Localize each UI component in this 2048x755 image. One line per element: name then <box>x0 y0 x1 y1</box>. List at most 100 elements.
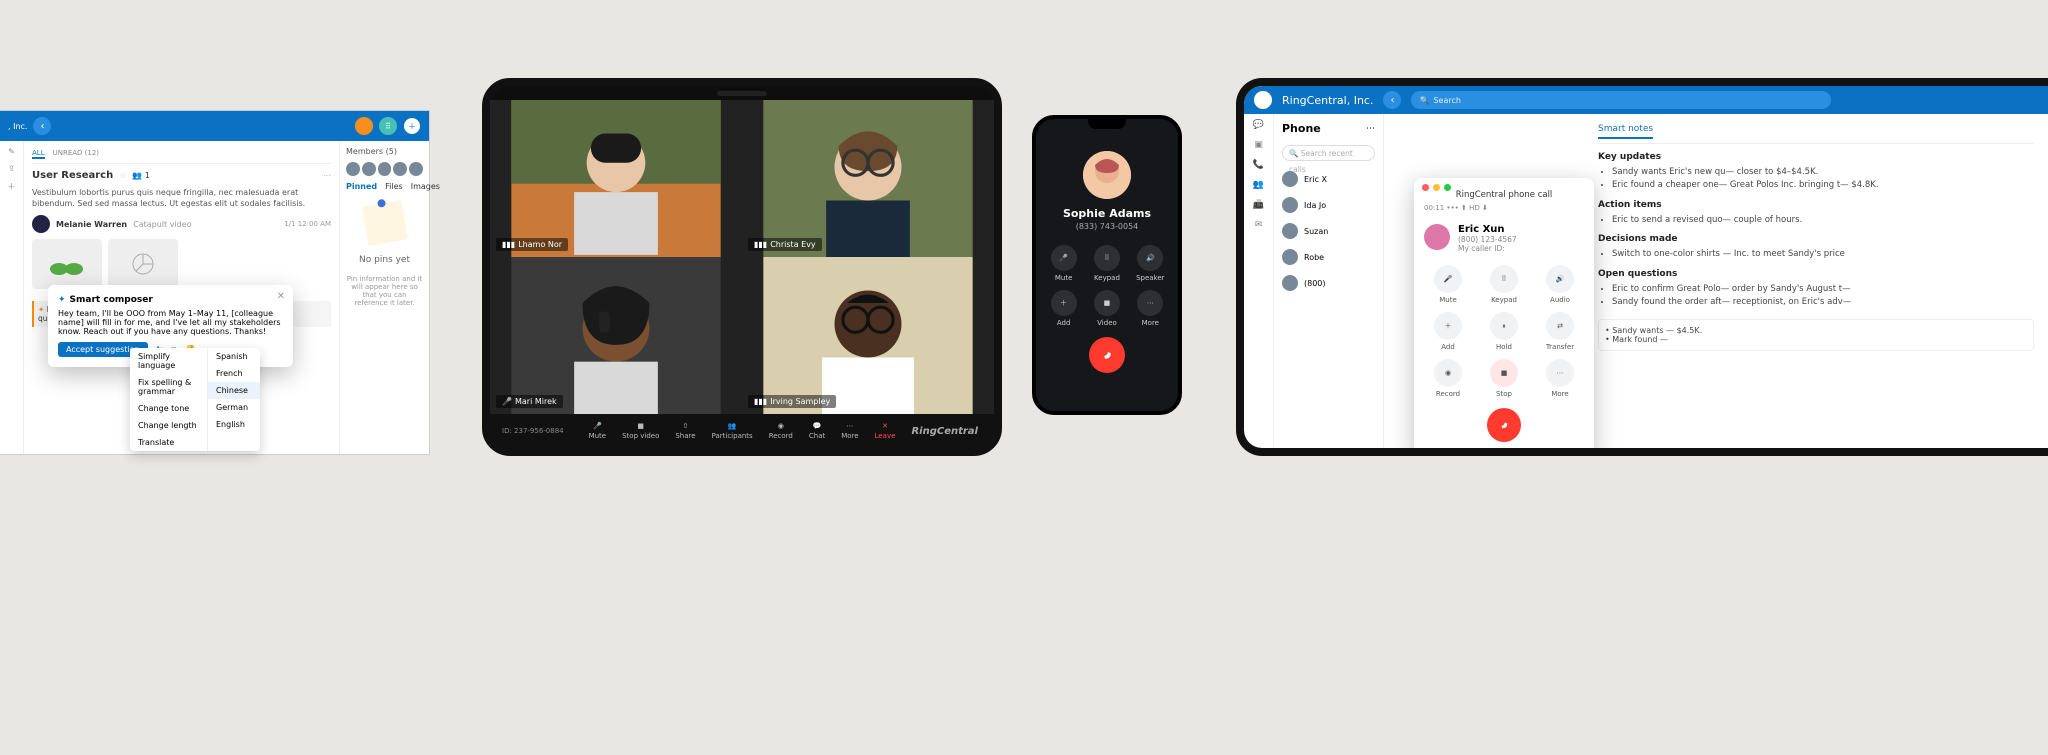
nav-contacts-icon[interactable]: 👥 <box>1253 180 1264 190</box>
hangup-button[interactable] <box>1487 408 1521 442</box>
add-button[interactable]: ＋Add <box>1424 312 1472 351</box>
new-button[interactable]: ＋ <box>403 117 421 135</box>
more-button[interactable]: ⋯More <box>841 422 858 440</box>
brand-label: RingCentral <box>911 426 978 437</box>
members-avatars[interactable] <box>346 162 423 176</box>
contact-row[interactable]: Robe <box>1282 249 1375 265</box>
menu-tone[interactable]: Change tone <box>130 400 207 417</box>
more-button[interactable]: ⋯More <box>1536 359 1584 398</box>
caller-number: (833) 743-0054 <box>1076 222 1139 231</box>
speaker-button[interactable]: 🔊Speaker <box>1133 245 1168 282</box>
hangup-button[interactable] <box>1089 337 1125 373</box>
back-button[interactable]: ‹ <box>1383 91 1401 109</box>
tab-unread[interactable]: UNREAD (12) <box>53 149 99 159</box>
sec-heading: Decisions made <box>1598 234 2034 244</box>
share-button[interactable]: ⇧Share <box>675 422 695 440</box>
share-icon[interactable]: ⇪ <box>8 164 15 173</box>
lang-french[interactable]: French <box>208 365 260 382</box>
mute-button[interactable]: 🎤Mute <box>589 422 607 440</box>
search-field[interactable]: 🔍 Search <box>1411 91 1831 109</box>
tab-images[interactable]: Images <box>411 182 440 191</box>
overflow-icon[interactable]: ⋯ <box>1366 124 1375 134</box>
nav-text-icon[interactable]: ✉ <box>1255 220 1263 230</box>
mic-icon: 🎤 <box>502 397 512 406</box>
tile-name: Mari Mirek <box>515 397 557 406</box>
compose-icon[interactable]: ✎ <box>8 147 15 156</box>
menu-length[interactable]: Change length <box>130 417 207 434</box>
video-grid: ▮▮▮Lhamo Nor ▮▮▮Christa Evy 🎤Mari Mirek … <box>490 100 994 414</box>
image-thumb[interactable] <box>108 239 178 289</box>
sec-heading: Key updates <box>1598 152 2034 162</box>
add-button[interactable]: ＋Add <box>1046 290 1081 327</box>
chat-button[interactable]: 💬Chat <box>809 422 825 440</box>
side-rail: ✎ ⇪ ＋ <box>0 141 24 454</box>
menu-fix[interactable]: Fix spelling & grammar <box>130 374 207 400</box>
sticky-note-icon <box>361 200 407 246</box>
keypad-button[interactable]: ⠿Keypad <box>1480 265 1528 304</box>
contact-row[interactable]: Ida Jo <box>1282 197 1375 213</box>
lang-german[interactable]: German <box>208 399 260 416</box>
sidebar-tabs: Pinned Files Images <box>346 182 423 191</box>
search-recent[interactable]: 🔍 Search recent calls <box>1282 145 1375 161</box>
stop-button[interactable]: ■Stop <box>1480 359 1528 398</box>
plus-icon[interactable]: ＋ <box>8 181 16 192</box>
nav-phone-icon[interactable]: 📞 <box>1253 160 1264 170</box>
record-button[interactable]: ◉Record <box>769 422 793 440</box>
overflow-icon[interactable]: ⋯ <box>323 171 331 180</box>
leave-button[interactable]: ✕Leave <box>875 422 896 440</box>
contact-row[interactable]: Suzan <box>1282 223 1375 239</box>
sparkle-icon: ✦ <box>58 295 66 305</box>
suggestion-text: Hey team, I'll be OOO from May 1–May 11,… <box>58 309 283 336</box>
callee-avatar <box>1424 224 1450 250</box>
record-button[interactable]: ◉Record <box>1424 359 1472 398</box>
signal-icon: ▮▮▮ <box>754 397 767 406</box>
dialpad-button[interactable]: ⠿ <box>379 117 397 135</box>
caller-id-label: My caller ID: <box>1458 244 1517 253</box>
lang-spanish[interactable]: Spanish <box>208 348 260 365</box>
channel-name: User Research <box>32 170 113 181</box>
composer-submenu: Simplify language Fix spelling & grammar… <box>130 348 260 451</box>
tab-all[interactable]: ALL <box>32 149 45 159</box>
participants-button[interactable]: 👥Participants <box>712 422 753 440</box>
nav-fax-icon[interactable]: 📠 <box>1253 200 1264 210</box>
audio-button[interactable]: 🔊Audio <box>1536 265 1584 304</box>
tile-name: Christa Evy <box>770 240 815 249</box>
close-icon[interactable]: ✕ <box>277 291 285 302</box>
keypad-button[interactable]: ⠿Keypad <box>1089 245 1124 282</box>
video-button[interactable]: ■Video <box>1089 290 1124 327</box>
video-tile[interactable]: ▮▮▮Lhamo Nor <box>490 100 742 257</box>
nav-message-icon[interactable]: 💬 <box>1253 120 1264 130</box>
menu-simplify[interactable]: Simplify language <box>130 348 207 374</box>
lang-english[interactable]: English <box>208 416 260 433</box>
tab-pinned[interactable]: Pinned <box>346 182 377 191</box>
star-icon[interactable]: ☆ <box>119 171 126 180</box>
empty-sub: Pin information and it will appear here … <box>346 275 423 307</box>
more-button[interactable]: ⋯More <box>1133 290 1168 327</box>
filter-tabs: ALL UNREAD (12) <box>32 149 331 164</box>
hold-button[interactable]: ⏸Hold <box>1480 312 1528 351</box>
video-button[interactable]: ■Stop video <box>622 422 659 440</box>
video-tile[interactable]: ▮▮▮Irving Sampley <box>742 257 994 414</box>
video-tile[interactable]: ▮▮▮Christa Evy <box>742 100 994 257</box>
tab-smart-notes[interactable]: Smart notes <box>1598 124 1653 139</box>
video-tile[interactable]: 🎤Mari Mirek <box>490 257 742 414</box>
mute-button[interactable]: 🎤Mute <box>1046 245 1081 282</box>
note-item: Eric found a cheaper one— Great Polos In… <box>1612 179 2034 192</box>
camera-notch <box>717 91 767 96</box>
transfer-button[interactable]: ⇄Transfer <box>1536 312 1584 351</box>
back-button[interactable]: ‹ <box>33 117 51 135</box>
menu-translate[interactable]: Translate <box>130 434 207 451</box>
avatar[interactable] <box>1254 91 1272 109</box>
contact-row[interactable]: (800) <box>1282 275 1375 291</box>
presence-icon[interactable] <box>355 117 373 135</box>
callee-number: (800) 123-4567 <box>1458 235 1517 244</box>
tab-files[interactable]: Files <box>385 182 403 191</box>
nav-video-icon[interactable]: ▣ <box>1254 140 1263 150</box>
signal-icon: ▮▮▮ <box>754 240 767 249</box>
phone-notch <box>1088 119 1126 129</box>
image-thumb[interactable] <box>32 239 102 289</box>
empty-title: No pins yet <box>346 255 423 265</box>
contact-row[interactable]: Eric X <box>1282 171 1375 187</box>
mute-button[interactable]: 🎤Mute <box>1424 265 1472 304</box>
lang-chinese[interactable]: Chinese <box>208 382 260 399</box>
